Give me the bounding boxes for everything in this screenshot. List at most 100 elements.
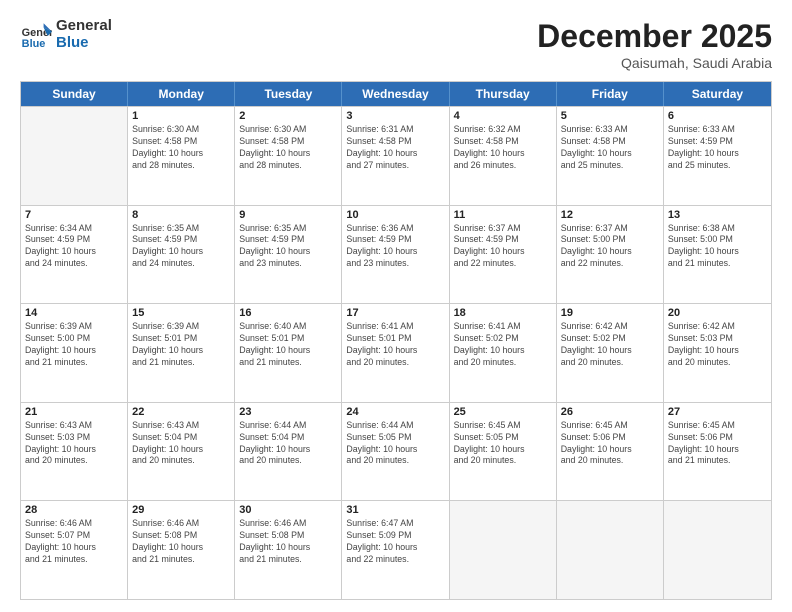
calendar-cell: 1 Sunrise: 6:30 AM Sunset: 4:58 PM Daylig… [128,107,235,205]
day-number: 8 [132,209,230,221]
page: General Blue General Blue December 2025 … [0,0,792,612]
day-info: Sunrise: 6:30 AM Sunset: 4:58 PM Dayligh… [132,124,230,172]
calendar-row: 7Sunrise: 6:34 AM Sunset: 4:59 PM Daylig… [21,205,771,304]
day-number: 27 [668,406,767,418]
calendar-cell: 31 Sunrise: 6:47 AM Sunset: 5:09 PM Dayli… [342,501,449,599]
calendar-cell: 9 Sunrise: 6:35 AM Sunset: 4:59 PM Daylig… [235,206,342,304]
day-number: 19 [561,307,659,319]
logo-blue: Blue [56,35,112,52]
day-number: 10 [346,209,444,221]
day-info: Sunrise: 6:32 AM Sunset: 4:58 PM Dayligh… [454,124,552,172]
calendar-row: 21Sunrise: 6:43 AM Sunset: 5:03 PM Dayli… [21,402,771,501]
calendar-cell [557,501,664,599]
day-info: Sunrise: 6:30 AM Sunset: 4:58 PM Dayligh… [239,124,337,172]
day-info: Sunrise: 6:40 AM Sunset: 5:01 PM Dayligh… [239,321,337,369]
calendar-cell [450,501,557,599]
calendar-cell: 22 Sunrise: 6:43 AM Sunset: 5:04 PM Dayli… [128,403,235,501]
day-number: 29 [132,504,230,516]
day-info: Sunrise: 6:33 AM Sunset: 4:58 PM Dayligh… [561,124,659,172]
day-info: Sunrise: 6:36 AM Sunset: 4:59 PM Dayligh… [346,223,444,271]
day-info: Sunrise: 6:33 AM Sunset: 4:59 PM Dayligh… [668,124,767,172]
day-number: 18 [454,307,552,319]
day-info: Sunrise: 6:39 AM Sunset: 5:00 PM Dayligh… [25,321,123,369]
day-info: Sunrise: 6:39 AM Sunset: 5:01 PM Dayligh… [132,321,230,369]
calendar-cell: 2 Sunrise: 6:30 AM Sunset: 4:58 PM Daylig… [235,107,342,205]
calendar-cell: 8 Sunrise: 6:35 AM Sunset: 4:59 PM Daylig… [128,206,235,304]
header: General Blue General Blue December 2025 … [20,18,772,71]
calendar-cell: 21Sunrise: 6:43 AM Sunset: 5:03 PM Dayli… [21,403,128,501]
day-number: 6 [668,110,767,122]
calendar-cell: 13Sunrise: 6:38 AM Sunset: 5:00 PM Dayli… [664,206,771,304]
logo: General Blue General Blue [20,18,112,51]
calendar-cell: 4 Sunrise: 6:32 AM Sunset: 4:58 PM Daylig… [450,107,557,205]
day-number: 23 [239,406,337,418]
day-number: 26 [561,406,659,418]
day-info: Sunrise: 6:45 AM Sunset: 5:06 PM Dayligh… [561,420,659,468]
day-number: 1 [132,110,230,122]
weekday-header: Friday [557,82,664,106]
day-info: Sunrise: 6:37 AM Sunset: 4:59 PM Dayligh… [454,223,552,271]
calendar-cell: 23 Sunrise: 6:44 AM Sunset: 5:04 PM Dayli… [235,403,342,501]
day-number: 5 [561,110,659,122]
calendar-cell: 15 Sunrise: 6:39 AM Sunset: 5:01 PM Dayli… [128,304,235,402]
calendar-cell [21,107,128,205]
weekday-header: Sunday [21,82,128,106]
calendar-cell: 12 Sunrise: 6:37 AM Sunset: 5:00 PM Dayli… [557,206,664,304]
day-number: 25 [454,406,552,418]
day-info: Sunrise: 6:41 AM Sunset: 5:01 PM Dayligh… [346,321,444,369]
day-number: 12 [561,209,659,221]
weekday-header: Thursday [450,82,557,106]
calendar-cell: 11 Sunrise: 6:37 AM Sunset: 4:59 PM Dayli… [450,206,557,304]
day-info: Sunrise: 6:47 AM Sunset: 5:09 PM Dayligh… [346,518,444,566]
day-number: 31 [346,504,444,516]
weekday-header: Monday [128,82,235,106]
day-info: Sunrise: 6:44 AM Sunset: 5:05 PM Dayligh… [346,420,444,468]
month-title: December 2025 [537,18,772,55]
location: Qaisumah, Saudi Arabia [537,55,772,71]
day-number: 15 [132,307,230,319]
day-info: Sunrise: 6:41 AM Sunset: 5:02 PM Dayligh… [454,321,552,369]
day-info: Sunrise: 6:42 AM Sunset: 5:02 PM Dayligh… [561,321,659,369]
day-number: 11 [454,209,552,221]
calendar-cell: 30Sunrise: 6:46 AM Sunset: 5:08 PM Dayli… [235,501,342,599]
calendar-cell: 14 Sunrise: 6:39 AM Sunset: 5:00 PM Dayli… [21,304,128,402]
calendar-cell: 28 Sunrise: 6:46 AM Sunset: 5:07 PM Dayli… [21,501,128,599]
day-info: Sunrise: 6:31 AM Sunset: 4:58 PM Dayligh… [346,124,444,172]
calendar-cell: 26 Sunrise: 6:45 AM Sunset: 5:06 PM Dayli… [557,403,664,501]
weekday-header: Wednesday [342,82,449,106]
calendar-cell: 29 Sunrise: 6:46 AM Sunset: 5:08 PM Dayli… [128,501,235,599]
calendar-cell: 7Sunrise: 6:34 AM Sunset: 4:59 PM Daylig… [21,206,128,304]
day-info: Sunrise: 6:37 AM Sunset: 5:00 PM Dayligh… [561,223,659,271]
day-number: 24 [346,406,444,418]
calendar-cell [664,501,771,599]
calendar-cell: 5 Sunrise: 6:33 AM Sunset: 4:58 PM Daylig… [557,107,664,205]
calendar-row: 1 Sunrise: 6:30 AM Sunset: 4:58 PM Daylig… [21,106,771,205]
day-info: Sunrise: 6:45 AM Sunset: 5:05 PM Dayligh… [454,420,552,468]
day-info: Sunrise: 6:46 AM Sunset: 5:08 PM Dayligh… [132,518,230,566]
title-block: December 2025 Qaisumah, Saudi Arabia [537,18,772,71]
day-number: 2 [239,110,337,122]
day-number: 22 [132,406,230,418]
calendar-row: 14 Sunrise: 6:39 AM Sunset: 5:00 PM Dayli… [21,303,771,402]
day-info: Sunrise: 6:35 AM Sunset: 4:59 PM Dayligh… [239,223,337,271]
day-info: Sunrise: 6:44 AM Sunset: 5:04 PM Dayligh… [239,420,337,468]
day-info: Sunrise: 6:46 AM Sunset: 5:08 PM Dayligh… [239,518,337,566]
day-info: Sunrise: 6:43 AM Sunset: 5:04 PM Dayligh… [132,420,230,468]
logo-general: General [56,18,112,35]
day-number: 4 [454,110,552,122]
day-number: 14 [25,307,123,319]
day-number: 3 [346,110,444,122]
day-number: 28 [25,504,123,516]
day-info: Sunrise: 6:45 AM Sunset: 5:06 PM Dayligh… [668,420,767,468]
day-number: 9 [239,209,337,221]
day-info: Sunrise: 6:42 AM Sunset: 5:03 PM Dayligh… [668,321,767,369]
calendar-cell: 3 Sunrise: 6:31 AM Sunset: 4:58 PM Daylig… [342,107,449,205]
svg-text:Blue: Blue [22,37,46,49]
calendar-cell: 6 Sunrise: 6:33 AM Sunset: 4:59 PM Daylig… [664,107,771,205]
calendar-body: 1 Sunrise: 6:30 AM Sunset: 4:58 PM Daylig… [21,106,771,599]
calendar-cell: 24 Sunrise: 6:44 AM Sunset: 5:05 PM Dayli… [342,403,449,501]
day-info: Sunrise: 6:46 AM Sunset: 5:07 PM Dayligh… [25,518,123,566]
day-info: Sunrise: 6:35 AM Sunset: 4:59 PM Dayligh… [132,223,230,271]
day-number: 7 [25,209,123,221]
logo-icon: General Blue [20,19,52,51]
